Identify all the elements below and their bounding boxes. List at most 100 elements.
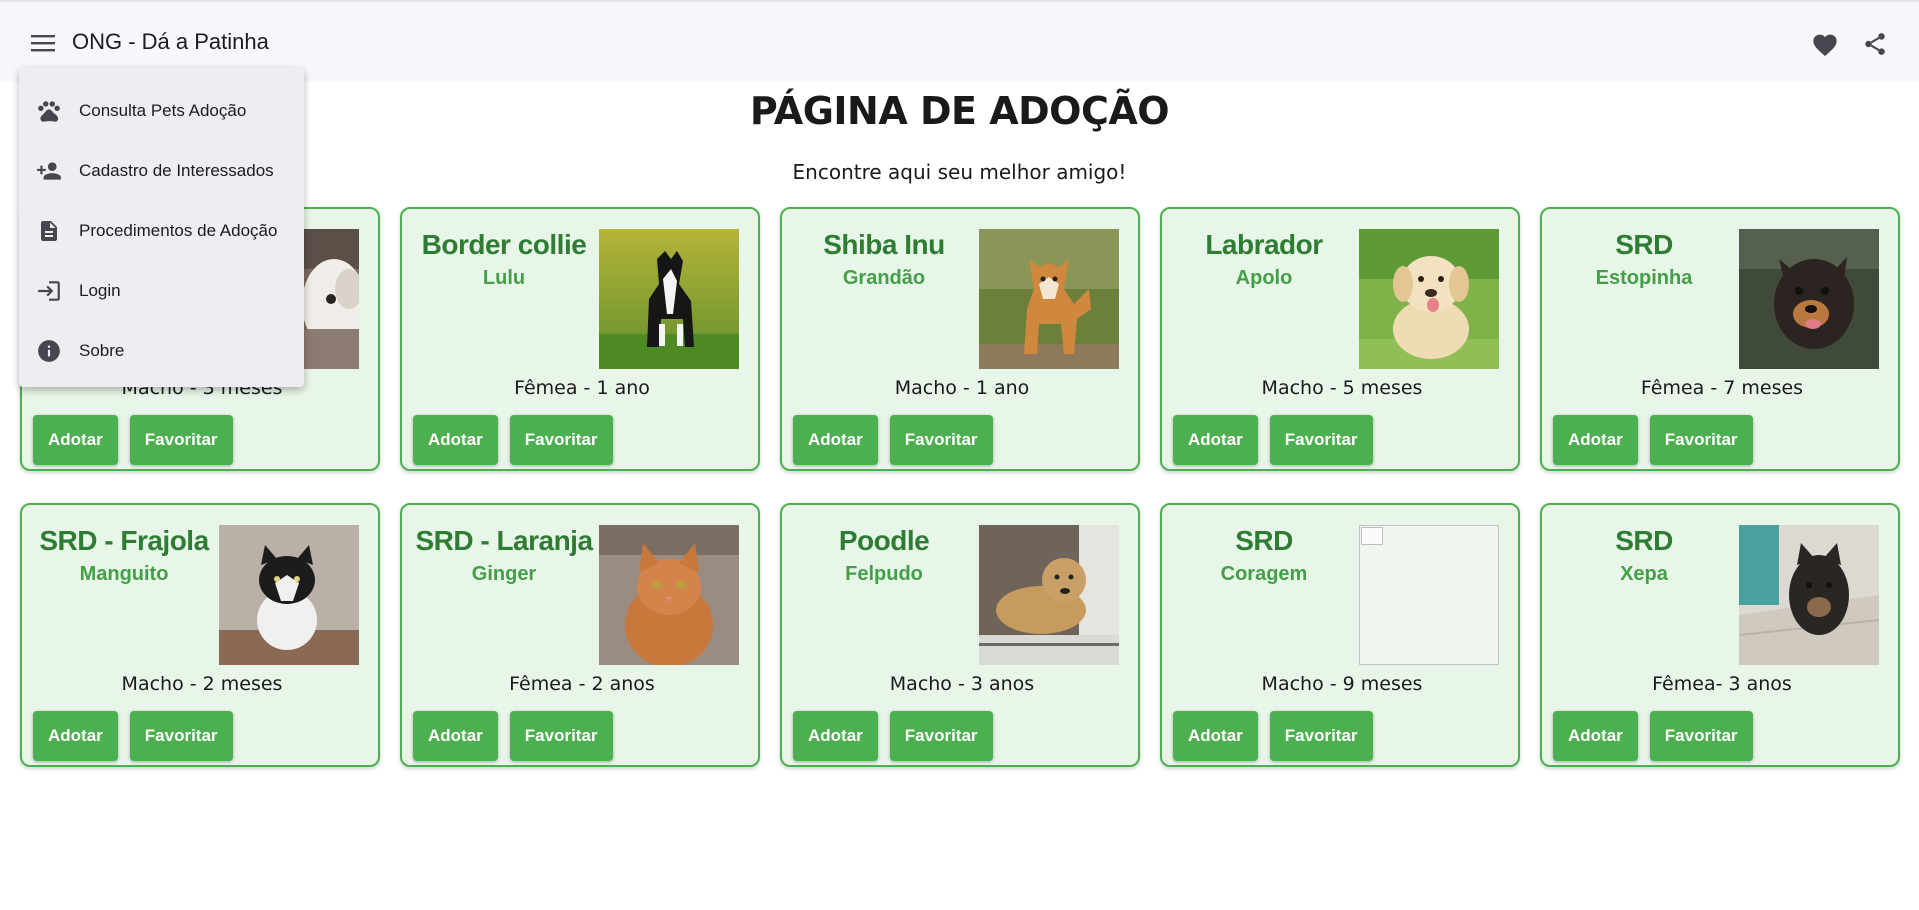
pet-actions: Adotar Favoritar <box>413 711 613 761</box>
pet-card-header: SRD - Laranja Ginger <box>414 523 594 589</box>
menu-item-login[interactable]: Login <box>19 261 304 321</box>
pet-card-header: Labrador Apolo <box>1174 227 1354 293</box>
pet-name: Grandão <box>842 267 926 289</box>
pet-actions: Adotar Favoritar <box>1173 711 1373 761</box>
pet-card-header: SRD - Frajola Manguito <box>34 523 214 589</box>
pet-breed: SRD <box>1615 525 1673 556</box>
favorite-button[interactable]: Favoritar <box>1649 711 1753 761</box>
adopt-button[interactable]: Adotar <box>793 415 878 465</box>
pet-actions: Adotar Favoritar <box>33 711 233 761</box>
pet-card: Poodle Felpudo Macho - 3 anos Adotar Fav… <box>780 503 1140 767</box>
border-collie-photo <box>599 229 739 369</box>
broken-image-icon <box>1359 525 1499 665</box>
adopt-button[interactable]: Adotar <box>413 711 498 761</box>
shiba-inu-photo <box>979 229 1119 369</box>
menu-item-label: Procedimentos de Adoção <box>79 221 278 240</box>
pet-name: Felpudo <box>845 563 923 585</box>
pet-actions: Adotar Favoritar <box>793 415 993 465</box>
pet-breed: Shiba Inu <box>823 229 945 260</box>
favorite-button[interactable]: Favoritar <box>1649 415 1753 465</box>
navigation-menu: Consulta Pets Adoção Cadastro de Interes… <box>19 67 304 387</box>
pet-info: Fêmea - 7 meses <box>1640 377 1804 399</box>
pet-name: Estopinha <box>1595 267 1693 289</box>
menu-item-label: Sobre <box>79 341 125 360</box>
favorite-button[interactable]: Favoritar <box>129 415 233 465</box>
pet-card-header: SRD Xepa <box>1554 523 1734 589</box>
pet-card: Border collie Lulu Fêmea - 1 ano Adotar … <box>400 207 760 471</box>
pet-card: Shiba Inu Grandão Macho - 1 ano Adotar F… <box>780 207 1140 471</box>
login-icon <box>35 277 63 305</box>
pet-card: Labrador Apolo Macho - 5 meses Adotar Fa… <box>1160 207 1520 471</box>
menu-item-sobre[interactable]: Sobre <box>19 321 304 381</box>
pet-name: Manguito <box>79 563 169 585</box>
pet-breed: Border collie <box>421 229 587 260</box>
pet-actions: Adotar Favoritar <box>1553 711 1753 761</box>
black-white-kitten-photo <box>219 525 359 665</box>
pet-breed: Poodle <box>838 525 930 556</box>
menu-item-consulta-pets[interactable]: Consulta Pets Adoção <box>19 81 304 141</box>
adopt-button[interactable]: Adotar <box>1553 711 1638 761</box>
pet-info: Macho - 1 ano <box>894 377 1030 399</box>
pet-actions: Adotar Favoritar <box>793 711 993 761</box>
favorite-button[interactable]: Favoritar <box>1269 711 1373 761</box>
pet-card: SRD Estopinha Fêmea - 7 meses Adotar Fav… <box>1540 207 1900 471</box>
pet-breed: Labrador <box>1205 229 1323 260</box>
pet-name: Ginger <box>471 563 537 585</box>
document-icon <box>35 217 63 245</box>
menu-item-label: Consulta Pets Adoção <box>79 101 247 120</box>
person-add-icon <box>35 157 63 185</box>
info-icon <box>35 337 63 365</box>
pet-card-header: Border collie Lulu <box>414 227 594 293</box>
pet-info: Macho - 9 meses <box>1261 673 1423 695</box>
menu-icon[interactable] <box>26 28 60 58</box>
pet-card: SRD Xepa Fêmea- 3 anos Adotar Favoritar <box>1540 503 1900 767</box>
menu-item-procedimentos-adocao[interactable]: Procedimentos de Adoção <box>19 201 304 261</box>
black-dog-photo <box>1739 525 1879 665</box>
pet-card: SRD - Frajola Manguito Macho - 2 meses A… <box>20 503 380 767</box>
adopt-button[interactable]: Adotar <box>413 415 498 465</box>
favorite-button[interactable]: Favoritar <box>889 415 993 465</box>
pet-actions: Adotar Favoritar <box>1553 415 1753 465</box>
pet-breed: SRD <box>1235 525 1293 556</box>
pet-breed: SRD - Laranja <box>415 525 593 556</box>
heart-icon[interactable] <box>1807 26 1843 62</box>
pet-card: SRD Coragem Macho - 9 meses Adotar Favor… <box>1160 503 1520 767</box>
favorite-button[interactable]: Favoritar <box>129 711 233 761</box>
adopt-button[interactable]: Adotar <box>1553 415 1638 465</box>
menu-item-cadastro-interessados[interactable]: Cadastro de Interessados <box>19 141 304 201</box>
pet-card-header: Shiba Inu Grandão <box>794 227 974 293</box>
app-title: ONG - Dá a Patinha <box>72 29 269 54</box>
pet-breed: SRD <box>1615 229 1673 260</box>
pet-info: Fêmea- 3 anos <box>1652 673 1792 695</box>
pet-name: Apolo <box>1235 267 1293 289</box>
favorite-button[interactable]: Favoritar <box>1269 415 1373 465</box>
pet-info: Macho - 5 meses <box>1261 377 1423 399</box>
poodle-photo <box>979 525 1119 665</box>
adopt-button[interactable]: Adotar <box>793 711 878 761</box>
labrador-photo <box>1359 229 1499 369</box>
pet-card-header: SRD Coragem <box>1174 523 1354 589</box>
favorite-button[interactable]: Favoritar <box>509 711 613 761</box>
paw-icon <box>35 97 63 125</box>
menu-item-label: Login <box>79 281 121 300</box>
share-icon[interactable] <box>1857 26 1893 62</box>
srd-dog-photo <box>1739 229 1879 369</box>
pet-name: Xepa <box>1620 563 1668 585</box>
pet-actions: Adotar Favoritar <box>413 415 613 465</box>
pet-info: Macho - 3 anos <box>889 673 1035 695</box>
pet-breed: SRD - Frajola <box>39 525 209 556</box>
adopt-button[interactable]: Adotar <box>33 711 118 761</box>
adopt-button[interactable]: Adotar <box>33 415 118 465</box>
orange-cat-photo <box>599 525 739 665</box>
pet-actions: Adotar Favoritar <box>1173 415 1373 465</box>
favorite-button[interactable]: Favoritar <box>889 711 993 761</box>
pet-info: Fêmea - 2 anos <box>509 673 655 695</box>
menu-item-label: Cadastro de Interessados <box>79 161 274 180</box>
adopt-button[interactable]: Adotar <box>1173 711 1258 761</box>
pet-card-header: Poodle Felpudo <box>794 523 974 589</box>
favorite-button[interactable]: Favoritar <box>509 415 613 465</box>
adopt-button[interactable]: Adotar <box>1173 415 1258 465</box>
pet-name: Coragem <box>1220 563 1308 585</box>
pet-actions: Adotar Favoritar <box>33 415 233 465</box>
pet-info: Fêmea - 1 ano <box>514 377 650 399</box>
